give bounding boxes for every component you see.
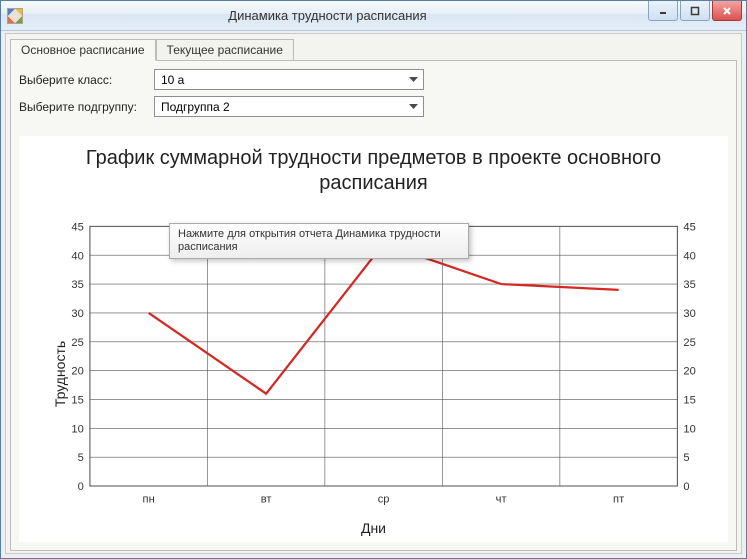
svg-text:пн: пн <box>143 493 155 505</box>
svg-text:30: 30 <box>71 308 83 320</box>
svg-text:5: 5 <box>78 452 84 464</box>
class-select-value: 10 а <box>161 73 184 87</box>
app-icon <box>7 8 23 24</box>
chart-title: График суммарной трудности предметов в п… <box>19 136 728 196</box>
svg-text:45: 45 <box>71 221 83 233</box>
svg-text:0: 0 <box>78 481 84 493</box>
svg-text:35: 35 <box>683 279 695 291</box>
maximize-button[interactable] <box>680 1 710 21</box>
minimize-icon <box>658 6 668 16</box>
svg-text:пт: пт <box>613 493 624 505</box>
tab-current-schedule[interactable]: Текущее расписание <box>156 39 294 61</box>
tab-panel: Выберите класс: 10 а Выберите подгруппу:… <box>10 60 737 551</box>
svg-text:25: 25 <box>71 337 83 349</box>
close-icon <box>722 6 732 16</box>
window-controls <box>648 1 742 21</box>
chart-tooltip: Нажмите для открытия отчета Динамика тру… <box>169 223 469 259</box>
subgroup-row: Выберите подгруппу: Подгруппа 2 <box>19 96 728 117</box>
svg-text:45: 45 <box>683 221 695 233</box>
tab-main-schedule[interactable]: Основное расписание <box>10 39 156 61</box>
chevron-down-icon <box>404 98 421 115</box>
svg-text:25: 25 <box>683 337 695 349</box>
titlebar[interactable]: Динамика трудности расписания <box>1 1 746 31</box>
app-window: Динамика трудности расписания Основное р… <box>0 0 747 559</box>
class-select[interactable]: 10 а <box>154 69 424 90</box>
svg-text:ср: ср <box>378 493 390 505</box>
chart-area[interactable]: График суммарной трудности предметов в п… <box>19 136 728 542</box>
class-label: Выберите класс: <box>19 73 154 87</box>
svg-text:15: 15 <box>71 395 83 407</box>
svg-text:вт: вт <box>261 493 272 505</box>
svg-text:чт: чт <box>496 493 507 505</box>
svg-text:10: 10 <box>683 423 695 435</box>
class-row: Выберите класс: 10 а <box>19 69 728 90</box>
subgroup-label: Выберите подгруппу: <box>19 100 154 114</box>
subgroup-select[interactable]: Подгруппа 2 <box>154 96 424 117</box>
svg-text:35: 35 <box>71 279 83 291</box>
subgroup-select-value: Подгруппа 2 <box>161 100 230 114</box>
window-title: Динамика трудности расписания <box>29 8 746 23</box>
svg-text:0: 0 <box>683 481 689 493</box>
svg-text:30: 30 <box>683 308 695 320</box>
minimize-button[interactable] <box>648 1 678 21</box>
chevron-down-icon <box>404 71 421 88</box>
client-area: Основное расписание Текущее расписание В… <box>5 33 742 554</box>
svg-text:40: 40 <box>683 250 695 262</box>
svg-text:40: 40 <box>71 250 83 262</box>
close-button[interactable] <box>712 1 742 21</box>
tabstrip: Основное расписание Текущее расписание <box>10 38 737 60</box>
svg-text:20: 20 <box>71 366 83 378</box>
svg-text:10: 10 <box>71 423 83 435</box>
svg-text:20: 20 <box>683 366 695 378</box>
svg-text:5: 5 <box>683 452 689 464</box>
maximize-icon <box>690 6 700 16</box>
svg-text:15: 15 <box>683 395 695 407</box>
